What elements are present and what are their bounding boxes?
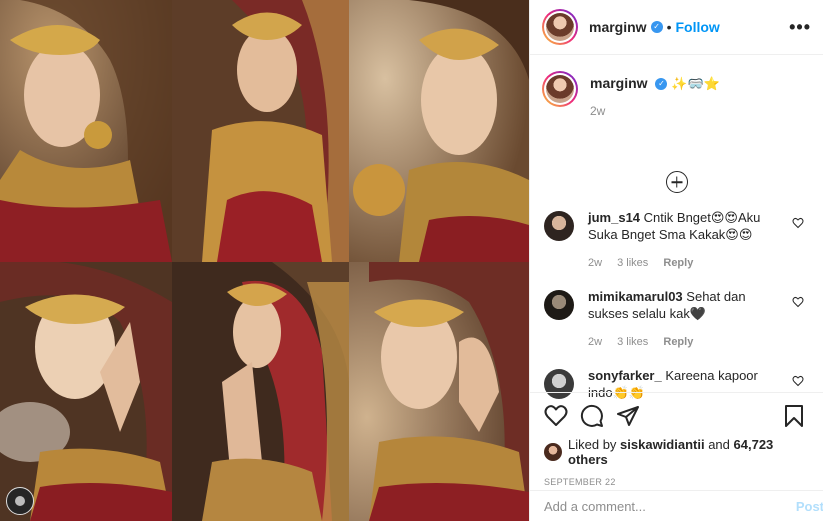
photo-3 [349, 0, 529, 262]
comment-username[interactable]: sonyfarker_ [588, 368, 662, 383]
comment-item: jum_s14 Cntik Bnget😍😍Aku Suka Bnget Sma … [530, 209, 823, 288]
plus-circle-icon[interactable] [665, 171, 688, 193]
caption-timestamp[interactable]: 2w [590, 104, 720, 118]
photo-grid [0, 0, 529, 521]
like-comment-heart-icon[interactable] [792, 296, 804, 308]
like-comment-heart-icon[interactable] [792, 217, 804, 229]
verified-badge-icon: ✓ [655, 78, 668, 91]
post-details-panel: marginw ✓ • Follow ••• marginw ✓ ✨🥽⭐ 2w … [529, 0, 823, 521]
likes-middle: and [704, 437, 734, 452]
comment-likes[interactable]: 3 likes [617, 336, 648, 348]
comment-item: mimikamarul03 Sehat dan sukses selalu ka… [530, 288, 823, 367]
comment-input[interactable] [544, 498, 764, 514]
comment-icon[interactable] [580, 404, 604, 428]
commenter-avatar[interactable] [544, 290, 574, 320]
user-icon [15, 496, 25, 506]
photo-6 [349, 262, 529, 521]
commenter-avatar[interactable] [544, 211, 574, 241]
comment-username[interactable]: jum_s14 [588, 210, 640, 225]
post-comment-button[interactable]: Post [796, 499, 823, 514]
load-more-comments[interactable] [530, 171, 823, 209]
tagged-user-button[interactable] [6, 487, 34, 515]
photo-4 [0, 262, 172, 521]
comment-username[interactable]: mimikamarul03 [588, 289, 683, 304]
photo-5 [172, 262, 349, 521]
verified-badge-icon: ✓ [650, 21, 663, 33]
caption-avatar[interactable] [542, 71, 578, 107]
comment-time[interactable]: 2w [588, 336, 602, 348]
comment-time[interactable]: 2w [588, 257, 602, 269]
paper-plane-icon[interactable] [616, 404, 640, 428]
author-username[interactable]: marginw [589, 19, 647, 35]
caption-username[interactable]: marginw [590, 75, 648, 91]
photo-1 [0, 0, 172, 262]
more-options-icon[interactable]: ••• [789, 17, 811, 38]
heart-icon[interactable] [544, 404, 568, 428]
caption-text: ✨🥽⭐ [671, 77, 720, 92]
follow-button[interactable]: Follow [675, 19, 719, 35]
reply-button[interactable]: Reply [663, 336, 693, 348]
bookmark-icon[interactable] [782, 404, 806, 428]
post-header: marginw ✓ • Follow ••• [530, 0, 823, 55]
post-actions: Liked by siskawidiantii and 64,723 other… [530, 392, 823, 490]
photo-2 [172, 0, 349, 262]
reply-button[interactable]: Reply [663, 257, 693, 269]
post-caption: marginw ✓ ✨🥽⭐ 2w [530, 55, 823, 173]
post-date[interactable]: SEPTEMBER 22 [544, 477, 812, 487]
add-comment-bar: Post [530, 490, 823, 521]
likes-prefix: Liked by [568, 437, 621, 452]
author-avatar[interactable] [542, 9, 578, 45]
separator-dot: • [666, 19, 672, 35]
likes-summary: Liked by siskawidiantii and 64,723 other… [544, 437, 812, 467]
liker-avatar[interactable] [544, 443, 562, 461]
post-media[interactable] [0, 0, 529, 521]
liker-username[interactable]: siskawidiantii [620, 437, 705, 452]
like-comment-heart-icon[interactable] [792, 375, 804, 387]
comment-likes[interactable]: 3 likes [617, 257, 648, 269]
